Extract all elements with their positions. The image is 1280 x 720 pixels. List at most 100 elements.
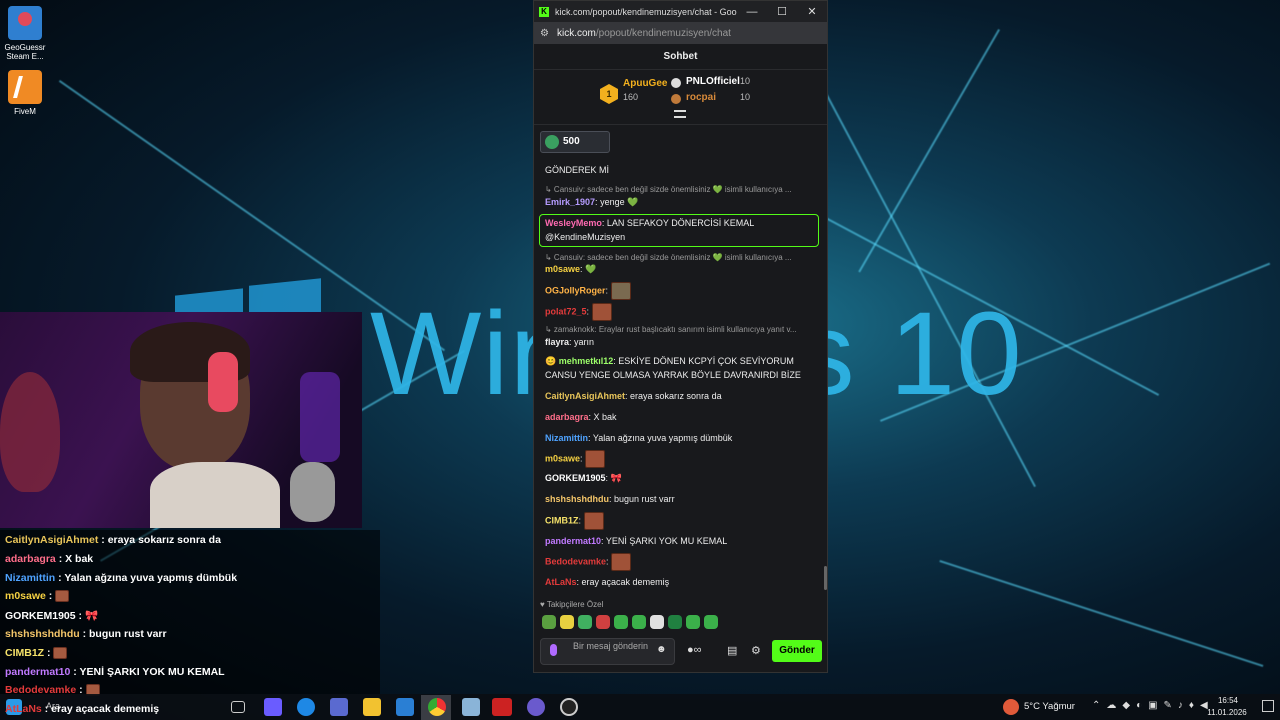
copilot-icon[interactable]: [264, 698, 282, 716]
chat-text: yarın: [574, 337, 595, 347]
address-bar[interactable]: ⚙ kick.com/popout/kendinemuzisyen/chat: [534, 22, 827, 44]
site-settings-icon[interactable]: ⚙: [540, 28, 549, 39]
overlay-user: m0sawe: [5, 590, 46, 602]
emote-icon: [585, 450, 606, 468]
chat-username[interactable]: CaitlynAsigiAhmet: [545, 391, 625, 401]
emote-icon[interactable]: [560, 615, 574, 629]
smile-emoji-icon: 😊: [545, 356, 557, 366]
chat-message: AtLaNs: eray açacak dememiş: [545, 577, 670, 587]
webcam-feed: [0, 312, 362, 528]
leader-second-score: 10: [740, 76, 751, 86]
chat-username[interactable]: WesleyMemo: [545, 218, 602, 228]
chat-text: GÖNDEREK Mİ: [545, 165, 610, 175]
chat-username[interactable]: m0sawe: [545, 453, 580, 463]
overlay-user: Nizamittin: [5, 572, 56, 584]
emote-icon: [55, 590, 70, 603]
weather-text[interactable]: 5°C Yağmur: [1024, 701, 1075, 712]
file-explorer-icon[interactable]: [363, 698, 381, 716]
chat-message: shshshshdhdu: bugun rust varr: [545, 494, 675, 504]
clock-time[interactable]: 16:54: [1210, 696, 1246, 705]
desktop-icon-geoguessr[interactable]: GeoGuessr Steam E...: [1, 6, 49, 61]
overlay-text: X bak: [65, 553, 94, 565]
overlay-user: GORKEM1905: [5, 610, 76, 622]
store-app-icon[interactable]: [330, 698, 348, 716]
leader-first-score: 160: [623, 92, 639, 102]
chat-text: Yalan ağzına yuva yapmış dümbük: [592, 433, 733, 443]
pinned-gift-badge[interactable]: 500: [540, 131, 610, 153]
emote-icon[interactable]: [650, 615, 664, 629]
taskbar: [0, 694, 1280, 720]
chat-username[interactable]: flayra: [545, 337, 569, 347]
leader-second-name[interactable]: PNLOfficiel: [686, 76, 740, 87]
chat-users-icon[interactable]: ●∞: [687, 644, 702, 656]
clock-date[interactable]: 11.01.2026: [1203, 708, 1251, 717]
overlay-sep: :: [70, 666, 80, 678]
chat-message-input[interactable]: Bir mesaj gönderin: [540, 638, 675, 665]
emote-icon[interactable]: [632, 615, 646, 629]
overlay-sep: :: [55, 553, 66, 565]
notepad-icon[interactable]: [462, 698, 480, 716]
emote-icon[interactable]: [704, 615, 718, 629]
chat-username[interactable]: OGJollyRoger: [545, 285, 606, 295]
rank-3-icon: [671, 94, 681, 104]
chat-message: adarbagra: X bak: [545, 412, 617, 422]
emote-icon[interactable]: [686, 615, 700, 629]
overlay-user: pandermat10: [5, 666, 71, 678]
obs-icon[interactable]: [560, 698, 578, 716]
microphone-icon[interactable]: [550, 644, 557, 656]
chat-username[interactable]: pandermat10: [545, 536, 601, 546]
system-tray-icons[interactable]: ⌃☁◆◐▣✎♪♦◀: [1092, 700, 1214, 711]
chat-username[interactable]: AtLaNs: [545, 577, 577, 587]
chat-username[interactable]: shshshshdhdu: [545, 494, 609, 504]
chat-username[interactable]: Nizamittin: [545, 433, 588, 443]
minimize-button[interactable]: —: [737, 6, 767, 18]
emote-icon[interactable]: [578, 615, 592, 629]
weather-icon: [1003, 699, 1019, 715]
chat-scrollbar[interactable]: [824, 566, 827, 590]
rank-2-icon: [671, 78, 681, 88]
emoji-picker-icon[interactable]: ☻: [656, 644, 667, 655]
emote-icon: [610, 282, 631, 300]
gift-emote-icon: 🎀: [84, 610, 99, 622]
overlay-user: shshshshdhdu: [5, 628, 80, 640]
emote-icon[interactable]: [596, 615, 610, 629]
chat-username[interactable]: CIMB1Z: [545, 515, 579, 525]
chat-settings-icon[interactable]: ⚙: [751, 644, 761, 657]
chat-text: eraya sokarız sonra da: [630, 391, 722, 401]
overlay-line: Nizamittin : Yalan ağzına yuva yapmış dü…: [5, 572, 237, 584]
desktop-icon-fivem[interactable]: FiveM: [1, 70, 49, 116]
geoguessr-icon: [8, 6, 42, 40]
emote-icon[interactable]: [542, 615, 556, 629]
send-button[interactable]: Gönder: [772, 640, 822, 662]
leader-first-name[interactable]: ApuuGee: [623, 78, 667, 89]
overlay-line: m0sawe :: [5, 590, 70, 603]
discord-icon[interactable]: [527, 698, 545, 716]
chat-username[interactable]: Bedodevamke: [545, 556, 606, 566]
chat-username[interactable]: mehmetkıl12: [559, 356, 614, 366]
chrome-icon[interactable]: [428, 698, 446, 716]
voice-meeter-icon[interactable]: [492, 698, 512, 716]
overlay-sep: :: [41, 703, 52, 715]
chat-messages: 500 GÖNDEREK Mİ ↳ Cansuiv: sadece ben de…: [534, 129, 827, 591]
followers-only-label: ♥ Takipçilere Özel: [540, 600, 604, 609]
desktop-icon-label: FiveM: [14, 107, 36, 116]
close-button[interactable]: ✕: [797, 5, 827, 18]
mail-icon[interactable]: [396, 698, 414, 716]
emote-icon[interactable]: [614, 615, 628, 629]
chat-username[interactable]: adarbagra: [545, 412, 589, 422]
emote-icon[interactable]: [668, 615, 682, 629]
kick-logo-icon: K: [539, 6, 549, 17]
chat-username[interactable]: m0sawe: [545, 264, 580, 274]
desktop-icon-label: GeoGuessr Steam E...: [4, 43, 46, 61]
leader-third-name[interactable]: rocpai: [686, 92, 716, 103]
expand-leaderboard-icon[interactable]: [674, 110, 686, 118]
store-icon[interactable]: ▤: [727, 644, 737, 657]
maximize-button[interactable]: ☐: [767, 5, 797, 18]
chat-username[interactable]: polat72_5: [545, 306, 587, 316]
task-view-icon[interactable]: [231, 701, 245, 713]
chat-text: 💚: [585, 264, 597, 274]
chat-username[interactable]: GORKEM1905: [545, 473, 606, 483]
notifications-icon[interactable]: [1262, 700, 1274, 712]
chat-username[interactable]: Emirk_1907: [545, 197, 595, 207]
edge-icon[interactable]: [297, 698, 315, 716]
